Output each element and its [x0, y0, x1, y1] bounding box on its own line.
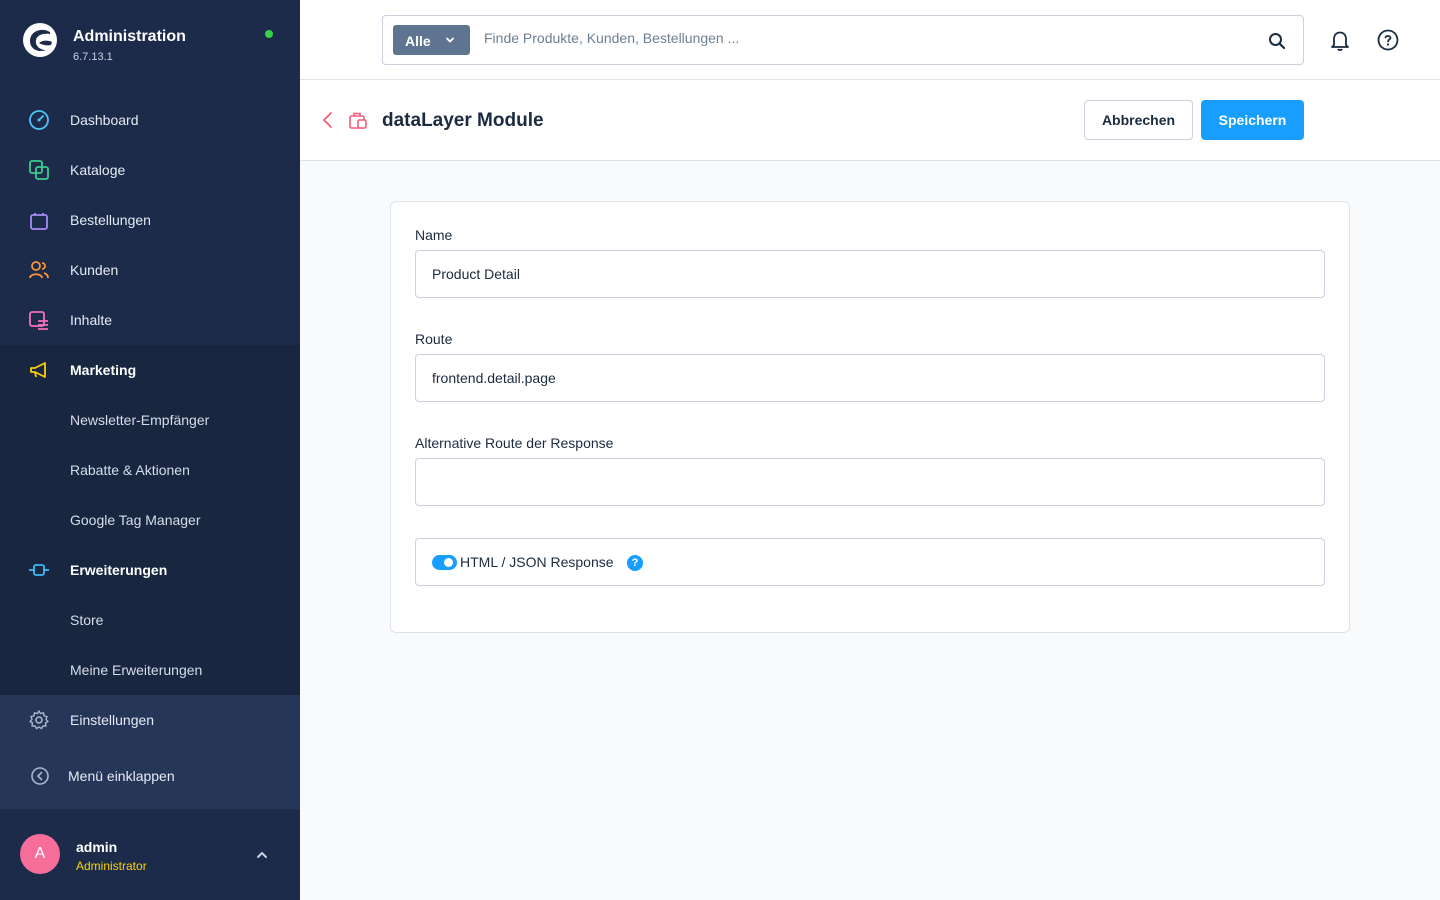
toggle-knob: [444, 558, 453, 567]
megaphone-icon: [30, 362, 46, 378]
response-toggle-box: HTML / JSON Response ?: [415, 538, 1325, 586]
shopping-bag-icon: [30, 213, 48, 230]
brand-header: Administration 6.7.13.1: [0, 0, 300, 80]
name-field[interactable]: [415, 250, 1325, 298]
sidebar-item-label: Bestellungen: [70, 212, 151, 228]
collapse-menu-label: Menü einklappen: [68, 768, 175, 784]
users-icon: [29, 261, 49, 279]
route-field[interactable]: [415, 354, 1325, 402]
sidebar-item-dashboard[interactable]: Dashboard: [0, 95, 300, 145]
sidebar-item-label: Inhalte: [70, 312, 113, 328]
user-role: Administrator: [76, 859, 147, 873]
sidebar-item-label: Newsletter-Empfänger: [70, 412, 210, 428]
sidebar-item-erweiterungen[interactable]: Erweiterungen: [0, 545, 300, 595]
avatar: A: [20, 834, 60, 874]
chevron-up-icon[interactable]: [254, 847, 270, 863]
dashboard-icon: [29, 110, 49, 130]
bell-icon[interactable]: [1328, 28, 1352, 52]
sidebar-item-label: Kunden: [70, 262, 119, 278]
sidebar-item-bestellungen[interactable]: Bestellungen: [0, 195, 300, 245]
shopware-logo-icon: [23, 23, 57, 57]
chevron-left-circle-icon: [31, 767, 49, 785]
content-icon: [29, 311, 48, 330]
sidebar-item-my-extensions[interactable]: Meine Erweiterungen: [0, 645, 300, 695]
sidebar-item-label: Einstellungen: [70, 712, 155, 728]
user-name: admin: [76, 839, 118, 855]
sidebar-item-label: Rabatte & Aktionen: [70, 462, 190, 478]
page-title: dataLayer Module: [382, 110, 544, 131]
sidebar-item-kataloge[interactable]: Kataloge: [0, 145, 300, 195]
html-json-response-toggle[interactable]: [432, 555, 457, 570]
sidebar: Administration 6.7.13.1 Dashboard Katalo…: [0, 0, 300, 900]
search-type-select[interactable]: Alle: [393, 25, 470, 55]
sidebar-item-kunden[interactable]: Kunden: [0, 245, 300, 295]
app-title: Administration: [73, 28, 186, 45]
user-menu[interactable]: A admin Administrator: [0, 809, 300, 900]
sidebar-item-label: Store: [70, 612, 104, 628]
collapse-menu-button[interactable]: Menü einklappen: [0, 751, 300, 801]
alt-route-field[interactable]: [415, 458, 1325, 506]
module-bag-icon: [349, 112, 367, 129]
search-type-label: Alle: [405, 33, 431, 49]
plug-icon: [29, 564, 49, 576]
sidebar-item-label: Marketing: [70, 362, 137, 378]
sidebar-item-marketing[interactable]: Marketing: [0, 345, 300, 395]
save-button[interactable]: Speichern: [1201, 100, 1304, 140]
online-status-indicator: [265, 30, 273, 38]
catalog-icon: [29, 160, 49, 180]
sidebar-item-label: Google Tag Manager: [70, 512, 201, 528]
name-label: Name: [415, 227, 453, 243]
help-tooltip-icon[interactable]: ?: [627, 555, 643, 571]
app-version: 6.7.13.1: [73, 51, 113, 63]
sidebar-item-label: Kataloge: [70, 162, 126, 178]
sidebar-item-label: Dashboard: [70, 112, 139, 128]
sidebar-item-label: Erweiterungen: [70, 562, 168, 578]
cancel-button[interactable]: Abbrechen: [1084, 100, 1193, 140]
toggle-label: HTML / JSON Response: [460, 554, 614, 570]
search-input[interactable]: [484, 30, 1244, 46]
gear-icon: [29, 710, 49, 730]
back-arrow-icon[interactable]: [320, 110, 336, 130]
global-search: Alle: [382, 15, 1304, 65]
sidebar-item-store[interactable]: Store: [0, 595, 300, 645]
route-label: Route: [415, 331, 453, 347]
sidebar-item-newsletter[interactable]: Newsletter-Empfänger: [0, 395, 300, 445]
alt-route-label: Alternative Route der Response: [415, 435, 614, 451]
chevron-down-icon: [446, 37, 454, 43]
sidebar-item-einstellungen[interactable]: Einstellungen: [0, 695, 300, 745]
top-bar: Alle: [300, 0, 1440, 80]
sidebar-item-promotions[interactable]: Rabatte & Aktionen: [0, 445, 300, 495]
sidebar-item-inhalte[interactable]: Inhalte: [0, 295, 300, 345]
form-card: Name Route Alternative Route der Respons…: [390, 201, 1350, 633]
search-icon[interactable]: [1267, 31, 1287, 51]
smart-bar: dataLayer Module Abbrechen Speichern: [300, 80, 1440, 161]
sidebar-item-label: Meine Erweiterungen: [70, 662, 203, 678]
sidebar-item-google-tag-manager[interactable]: Google Tag Manager: [0, 495, 300, 545]
help-icon[interactable]: [1376, 28, 1400, 52]
